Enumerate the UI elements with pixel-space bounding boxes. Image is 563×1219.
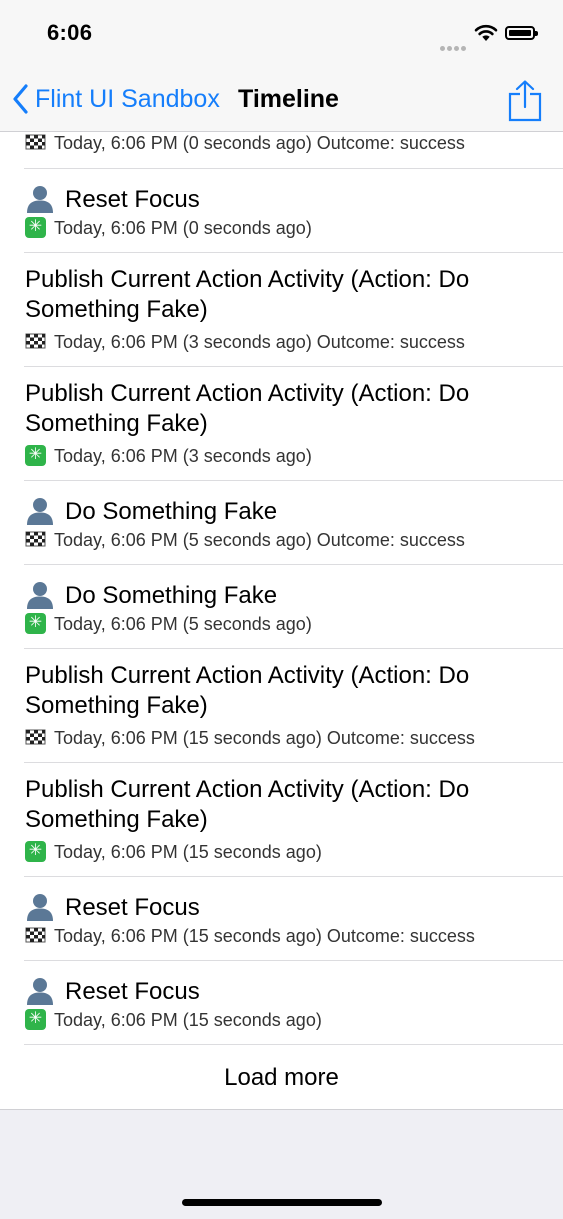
person-icon bbox=[27, 498, 53, 525]
chevron-left-icon bbox=[13, 84, 28, 114]
status-time: 6:06 bbox=[47, 20, 93, 45]
wifi-icon bbox=[474, 24, 498, 41]
status-bar: 6:06 bbox=[0, 0, 563, 68]
row-subtitle: Today, 6:06 PM (0 seconds ago) bbox=[54, 218, 312, 238]
list-item[interactable]: Reset Focus Today, 6:06 PM (15 seconds a… bbox=[0, 961, 563, 1045]
row-subtitle: Today, 6:06 PM (3 seconds ago) bbox=[54, 446, 312, 466]
row-title: Publish Current Action Activity (Action:… bbox=[25, 380, 470, 437]
checkered-flag-icon bbox=[25, 729, 46, 745]
load-more-button[interactable]: Load more bbox=[0, 1063, 563, 1093]
share-icon[interactable] bbox=[507, 80, 543, 122]
page-title: Timeline bbox=[238, 85, 339, 113]
row-title: Do Something Fake bbox=[65, 582, 278, 609]
timeline-list[interactable]: Today, 6:06 PM (0 seconds ago) Outcome: … bbox=[0, 132, 563, 1110]
signal-dots-icon bbox=[440, 38, 468, 56]
row-subtitle: Today, 6:06 PM (3 seconds ago) Outcome: … bbox=[54, 332, 465, 352]
row-subtitle: Today, 6:06 PM (15 seconds ago) bbox=[54, 1010, 322, 1030]
row-subtitle: Today, 6:06 PM (5 seconds ago) Outcome: … bbox=[54, 530, 465, 550]
row-subtitle: Today, 6:06 PM (15 seconds ago) Outcome:… bbox=[54, 728, 475, 748]
person-icon bbox=[27, 186, 53, 213]
row-title: Publish Current Action Activity (Action:… bbox=[25, 662, 470, 719]
list-item[interactable]: Reset Focus Today, 6:06 PM (15 seconds a… bbox=[0, 877, 563, 961]
home-indicator bbox=[182, 1199, 382, 1206]
row-subtitle: Today, 6:06 PM (15 seconds ago) Outcome:… bbox=[54, 926, 475, 946]
person-icon bbox=[27, 978, 53, 1005]
row-subtitle: Today, 6:06 PM (0 seconds ago) Outcome: … bbox=[54, 133, 465, 153]
list-item[interactable]: Today, 6:06 PM (0 seconds ago) Outcome: … bbox=[0, 132, 563, 169]
checkered-flag-icon bbox=[25, 531, 46, 547]
list-item[interactable]: Do Something Fake Today, 6:06 PM (5 seco… bbox=[0, 565, 563, 649]
person-icon bbox=[27, 582, 53, 609]
row-title: Reset Focus bbox=[65, 186, 200, 213]
list-item[interactable]: Do Something Fake Today, 6:06 PM (5 seco… bbox=[0, 481, 563, 565]
start-icon bbox=[25, 216, 46, 238]
load-more-row[interactable]: Load more bbox=[0, 1045, 563, 1109]
row-title: Publish Current Action Activity (Action:… bbox=[25, 776, 470, 833]
battery-icon bbox=[505, 26, 538, 40]
list-item[interactable]: Reset Focus Today, 6:06 PM (0 seconds ag… bbox=[0, 169, 563, 253]
start-icon bbox=[25, 444, 46, 466]
row-title: Do Something Fake bbox=[65, 498, 278, 525]
row-title: Publish Current Action Activity (Action:… bbox=[25, 266, 470, 323]
row-subtitle: Today, 6:06 PM (15 seconds ago) bbox=[54, 842, 322, 862]
list-item[interactable]: Publish Current Action Activity (Action:… bbox=[0, 253, 563, 367]
navigation-bar: Flint UI Sandbox Timeline bbox=[0, 68, 563, 132]
row-subtitle: Today, 6:06 PM (5 seconds ago) bbox=[54, 614, 312, 634]
list-item[interactable]: Publish Current Action Activity (Action:… bbox=[0, 367, 563, 481]
checkered-flag-icon bbox=[25, 333, 46, 349]
row-title: Reset Focus bbox=[65, 894, 200, 921]
checkered-flag-icon bbox=[25, 134, 46, 150]
list-item[interactable]: Publish Current Action Activity (Action:… bbox=[0, 649, 563, 763]
start-icon bbox=[25, 840, 46, 862]
back-button-label: Flint UI Sandbox bbox=[35, 84, 220, 113]
row-title: Reset Focus bbox=[65, 978, 200, 1005]
back-button[interactable]: Flint UI Sandbox bbox=[12, 82, 220, 116]
person-icon bbox=[27, 894, 53, 921]
list-item[interactable]: Publish Current Action Activity (Action:… bbox=[0, 763, 563, 877]
checkered-flag-icon bbox=[25, 927, 46, 943]
start-icon bbox=[25, 1008, 46, 1030]
start-icon bbox=[25, 612, 46, 634]
